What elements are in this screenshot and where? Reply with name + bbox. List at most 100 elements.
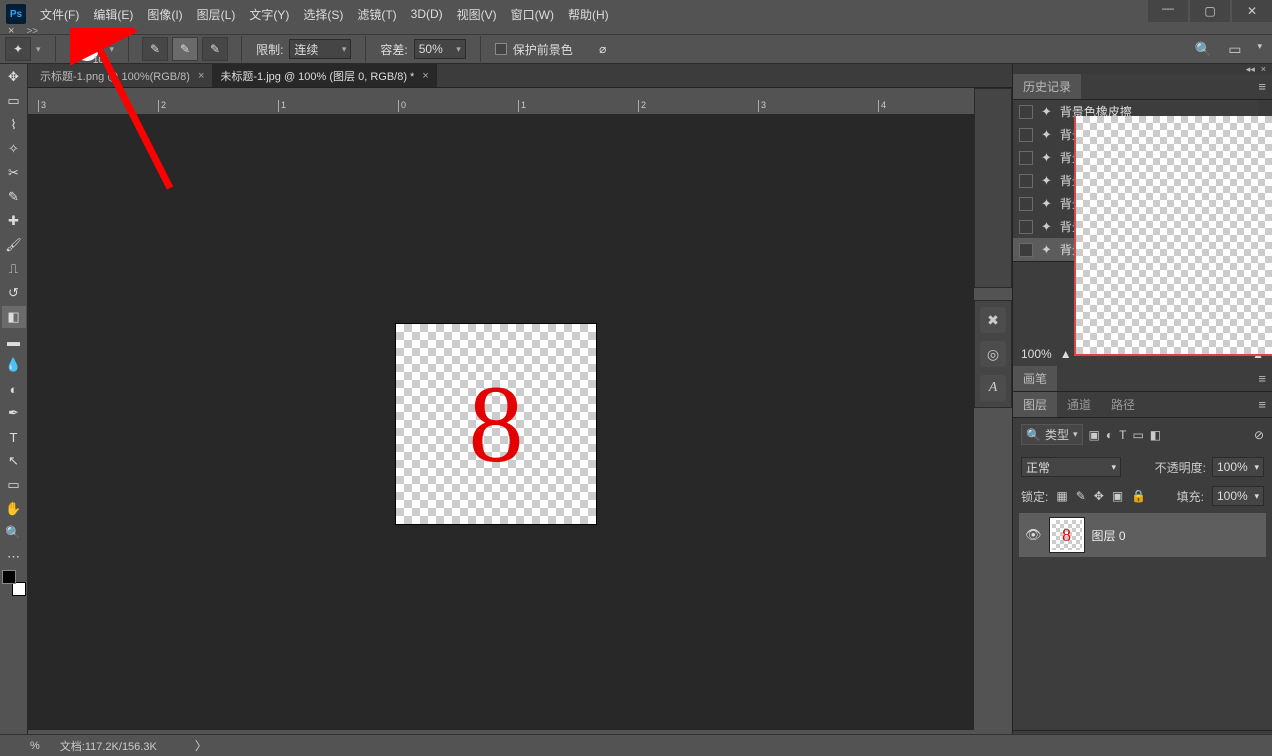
zoom-slider[interactable] bbox=[1080, 352, 1245, 356]
chevron-down-icon[interactable]: ▾ bbox=[110, 44, 115, 55]
heal-tool-icon[interactable]: ✚ bbox=[2, 210, 26, 232]
layer-filter-select[interactable]: 🔍 类型 ▾ bbox=[1021, 424, 1083, 445]
lock-all-icon[interactable]: 🔒 bbox=[1131, 489, 1146, 503]
menu-image[interactable]: 图像(I) bbox=[147, 6, 182, 23]
zoom-out-icon[interactable]: ▲ bbox=[1060, 347, 1072, 361]
chevron-right-icon[interactable]: 〉 bbox=[195, 737, 207, 754]
menu-layer[interactable]: 图层(L) bbox=[197, 6, 236, 23]
menu-view[interactable]: 视图(V) bbox=[457, 6, 497, 23]
eyedropper-tool-icon[interactable]: ✎ bbox=[2, 186, 26, 208]
visibility-icon[interactable]: 👁 bbox=[1025, 527, 1042, 543]
quickselect-tool-icon[interactable]: ✧ bbox=[2, 138, 26, 160]
channels-tab[interactable]: 通道 bbox=[1057, 392, 1101, 417]
camera-icon[interactable]: 📷 bbox=[1216, 266, 1231, 280]
blend-mode-select[interactable]: 正常▾ bbox=[1021, 457, 1121, 477]
history-row[interactable]: ✦背景色橡皮擦 bbox=[1013, 169, 1272, 192]
path-tool-icon[interactable]: ↖ bbox=[2, 450, 26, 472]
document-tab[interactable]: 未标题-1.jpg @ 100% (图层 0, RGB/8) * × bbox=[212, 64, 436, 87]
layer-row[interactable]: 👁 8 图层 0 bbox=[1019, 513, 1266, 557]
filter-adjust-icon[interactable]: ◐ bbox=[1106, 428, 1113, 442]
sample-mode-2-icon[interactable]: ✎ bbox=[173, 38, 197, 60]
canvas[interactable]: 8 bbox=[396, 324, 596, 524]
window-minimize[interactable]: — bbox=[1148, 0, 1188, 22]
marquee-tool-icon[interactable]: ▭ bbox=[2, 90, 26, 112]
panel-collapse-bar[interactable]: ◂◂× bbox=[1013, 64, 1272, 74]
chevron-down-icon[interactable]: ▾ bbox=[36, 44, 41, 55]
menu-type[interactable]: 文字(Y) bbox=[249, 6, 289, 23]
brush-preview[interactable]: 101 bbox=[70, 34, 104, 64]
paths-tab[interactable]: 路径 bbox=[1101, 392, 1145, 417]
panel-menu-icon[interactable]: ≡ bbox=[1258, 366, 1266, 391]
fill-select[interactable]: 100%▾ bbox=[1212, 486, 1264, 506]
limit-select[interactable]: 连续▾ bbox=[289, 39, 351, 59]
menu-filter[interactable]: 滤镜(T) bbox=[357, 6, 396, 23]
lasso-tool-icon[interactable]: ⌇ bbox=[2, 114, 26, 136]
hand-tool-icon[interactable]: ✋ bbox=[2, 498, 26, 520]
color-swatches[interactable] bbox=[2, 570, 26, 596]
crop-tool-icon[interactable]: ✂ bbox=[2, 162, 26, 184]
brush-tool-icon[interactable]: 🖌 bbox=[2, 234, 26, 256]
sample-mode-1-icon[interactable]: ✎ bbox=[143, 38, 167, 60]
history-row[interactable]: ✦背景色橡皮擦 bbox=[1013, 146, 1272, 169]
dodge-tool-icon[interactable]: ◐ bbox=[2, 378, 26, 400]
close-icon[interactable]: × bbox=[1261, 64, 1266, 74]
cc-icon[interactable]: ◎ bbox=[980, 341, 1006, 367]
menu-help[interactable]: 帮助(H) bbox=[568, 6, 609, 23]
layers-tab[interactable]: 图层 bbox=[1013, 392, 1057, 417]
zoom-percent[interactable]: % bbox=[30, 740, 40, 752]
bg-color-swatch[interactable] bbox=[12, 582, 26, 596]
lock-trans-icon[interactable]: ▦ bbox=[1056, 489, 1067, 503]
lock-paint-icon[interactable]: ✎ bbox=[1076, 489, 1086, 503]
zoom-value[interactable]: 100% bbox=[1021, 347, 1052, 361]
sample-mode-3-icon[interactable]: ✎ bbox=[203, 38, 227, 60]
brush-tab[interactable]: 画笔 bbox=[1013, 366, 1057, 391]
filter-image-icon[interactable]: ▣ bbox=[1089, 428, 1100, 442]
history-row[interactable]: ✦背景色橡皮擦 bbox=[1013, 192, 1272, 215]
close-icon[interactable]: × bbox=[422, 70, 428, 82]
protect-fg-checkbox[interactable] bbox=[495, 43, 507, 55]
shape-tool-icon[interactable]: ▭ bbox=[2, 474, 26, 496]
filter-shape-icon[interactable]: ▭ bbox=[1132, 428, 1143, 442]
move-tool-icon[interactable]: ✥ bbox=[2, 66, 26, 88]
zoom-in-icon[interactable]: ▲ bbox=[1252, 347, 1264, 361]
eraser-tool-icon[interactable]: ◧ bbox=[2, 306, 26, 328]
lock-pos-icon[interactable]: ✥ bbox=[1094, 489, 1104, 503]
chevron-down-icon[interactable]: ▾ bbox=[1257, 41, 1262, 58]
filter-smart-icon[interactable]: ◧ bbox=[1150, 428, 1161, 442]
adjust-icon[interactable]: ✖ bbox=[980, 307, 1006, 333]
history-brush-tool-icon[interactable]: ↺ bbox=[2, 282, 26, 304]
new-snapshot-icon[interactable]: ⎘ bbox=[1192, 266, 1202, 281]
stamp-tool-icon[interactable]: ⎍ bbox=[2, 258, 26, 280]
gradient-tool-icon[interactable]: ▬ bbox=[2, 330, 26, 352]
window-maximize[interactable]: ▢ bbox=[1190, 0, 1230, 22]
zoom-tool-icon[interactable]: 🔍 bbox=[2, 522, 26, 544]
panel-menu-icon[interactable]: ≡ bbox=[1258, 392, 1266, 417]
menu-edit[interactable]: 编辑(E) bbox=[93, 6, 133, 23]
filter-type-icon[interactable]: T bbox=[1119, 428, 1126, 442]
history-tab[interactable]: 历史记录 bbox=[1013, 74, 1081, 99]
menu-window[interactable]: 窗口(W) bbox=[511, 6, 554, 23]
close-icon[interactable]: × bbox=[198, 70, 204, 82]
window-close[interactable]: ✕ bbox=[1232, 0, 1272, 22]
frame-icon[interactable]: ▭ bbox=[1228, 41, 1241, 58]
history-row[interactable]: ✦背景色橡皮擦 bbox=[1013, 100, 1272, 123]
tolerance-select[interactable]: 50%▾ bbox=[414, 39, 466, 59]
history-row[interactable]: ✦背景色橡皮擦 bbox=[1013, 238, 1272, 261]
document-tab[interactable]: 示标题-1.png @ 100%(RGB/8) × bbox=[32, 64, 212, 87]
opacity-select[interactable]: 100%▾ bbox=[1212, 457, 1264, 477]
panel-menu-icon[interactable]: ≡ bbox=[1258, 74, 1266, 99]
layer-thumbnail[interactable]: 8 bbox=[1050, 518, 1084, 552]
history-row[interactable]: ✦背景色橡皮擦 bbox=[1013, 215, 1272, 238]
menu-file[interactable]: 文件(F) bbox=[40, 6, 79, 23]
pen-tool-icon[interactable]: ✒ bbox=[2, 402, 26, 424]
filter-toggle-icon[interactable]: ⊘ bbox=[1254, 428, 1264, 442]
lock-artboard-icon[interactable]: ▣ bbox=[1112, 489, 1123, 503]
pressure-icon[interactable]: ⌀ bbox=[591, 38, 615, 60]
trash-icon[interactable]: 🗑 bbox=[1245, 266, 1260, 280]
tool-preset-icon[interactable]: ✦ bbox=[6, 38, 30, 60]
glyph-icon[interactable]: A bbox=[980, 375, 1006, 401]
more-tools-icon[interactable]: ⋯ bbox=[2, 546, 26, 568]
blur-tool-icon[interactable]: 💧 bbox=[2, 354, 26, 376]
scrollbar[interactable] bbox=[1258, 100, 1272, 261]
type-tool-icon[interactable]: T bbox=[2, 426, 26, 448]
